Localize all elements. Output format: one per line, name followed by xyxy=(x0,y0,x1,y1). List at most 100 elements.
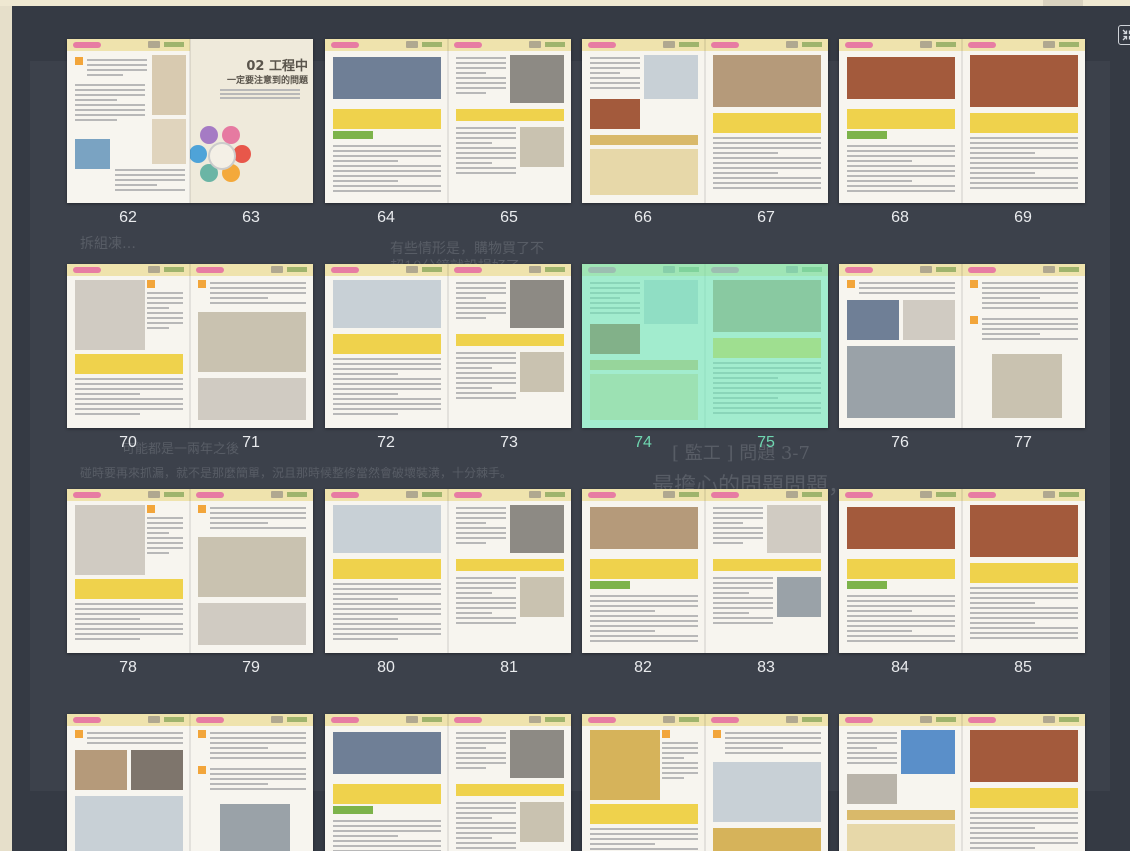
thumbnail-photo xyxy=(198,537,306,597)
thumbnail-text-line xyxy=(456,837,492,839)
page-number-label[interactable]: 70 xyxy=(98,434,158,452)
thumbnail-photo xyxy=(970,505,1078,557)
thumbnail-text-line xyxy=(75,633,183,635)
thumbnail-text-line xyxy=(333,408,441,410)
page-number-label[interactable]: 85 xyxy=(993,659,1053,677)
page-number-label[interactable]: 72 xyxy=(356,434,416,452)
thumbnail-left-page xyxy=(325,264,448,428)
thumbnail-chapter-number xyxy=(271,266,283,273)
thumbnail-text-line xyxy=(713,602,773,604)
thumbnail-text-line xyxy=(456,357,516,359)
thumbnail-text-line xyxy=(456,597,516,599)
thumbnail-chapter-subtitle: 一定要注意到的問題 xyxy=(226,76,308,86)
thumbnail-gutter xyxy=(961,489,963,653)
page-number-label[interactable]: 78 xyxy=(98,659,158,677)
thumbnail-right-page xyxy=(190,264,313,428)
thumbnail-book-logo xyxy=(711,492,739,498)
page-number-label[interactable]: 71 xyxy=(221,434,281,452)
page-number-label[interactable]: 74 xyxy=(613,434,673,452)
thumbnail-page-header xyxy=(962,714,1085,726)
page-spread-thumbnail[interactable] xyxy=(839,264,1085,428)
thumbnail-section-banner xyxy=(333,559,441,579)
page-spread-thumbnail[interactable] xyxy=(582,264,828,428)
page-spread-thumbnail[interactable] xyxy=(839,39,1085,203)
thumbnail-text-line xyxy=(456,57,506,59)
thumbnail-photo xyxy=(333,505,441,553)
page-spread-thumbnail[interactable] xyxy=(325,714,571,851)
page-spread-thumbnail[interactable] xyxy=(67,264,313,428)
thumbnail-book-logo xyxy=(196,267,224,273)
thumbnail-page-header xyxy=(325,39,448,51)
page-spread-thumbnail[interactable] xyxy=(582,39,828,203)
page-number-label[interactable]: 66 xyxy=(613,209,673,227)
thumbnail-text-line xyxy=(970,832,1078,834)
thumbnail-text-line xyxy=(210,292,306,294)
page-number-label[interactable]: 76 xyxy=(870,434,930,452)
thumbnail-text-line xyxy=(590,610,655,612)
thumbnail-page-header xyxy=(962,264,1085,276)
thumbnail-text-line xyxy=(982,292,1078,294)
thumbnail-text-line xyxy=(333,598,398,600)
thumbnail-section-tag xyxy=(333,806,373,814)
thumbnail-section-banner xyxy=(847,559,955,579)
thumbnail-page-header xyxy=(67,489,190,501)
thumbnail-section-tag xyxy=(333,131,373,139)
thumbnail-text-line xyxy=(590,635,698,637)
thumbnail-right-page xyxy=(705,39,828,203)
page-spread-thumbnail[interactable] xyxy=(582,714,828,851)
page-number-label[interactable]: 82 xyxy=(613,659,673,677)
thumbnail-bullet xyxy=(198,505,206,513)
thumbnail-chapter-number xyxy=(920,41,932,48)
thumbnail-book-logo xyxy=(968,42,996,48)
thumbnail-text-line xyxy=(847,145,955,147)
thumbnail-text-line xyxy=(87,742,183,744)
page-spread-thumbnail[interactable]: 02 工程中 一定要注意到的問題 xyxy=(67,39,313,203)
page-number-label[interactable]: 77 xyxy=(993,434,1053,452)
page-spread-thumbnail[interactable] xyxy=(582,489,828,653)
thumbnail-text-line xyxy=(210,732,306,734)
page-number-label[interactable]: 67 xyxy=(736,209,796,227)
page-spread-thumbnail[interactable] xyxy=(325,264,571,428)
page-spread-thumbnail[interactable] xyxy=(67,489,313,653)
thumbnail-text-line xyxy=(210,747,268,749)
thumbnail-page-header xyxy=(962,489,1085,501)
page-number-label[interactable]: 75 xyxy=(736,434,796,452)
page-number-label[interactable]: 68 xyxy=(870,209,930,227)
page-number-label[interactable]: 80 xyxy=(356,659,416,677)
thumbnail-text-line xyxy=(847,752,897,754)
thumbnail-text-line xyxy=(456,82,506,84)
page-number-label[interactable]: 81 xyxy=(479,659,539,677)
thumbnail-text-line xyxy=(333,583,441,585)
thumbnail-gutter xyxy=(704,39,706,203)
page-number-label[interactable]: 63 xyxy=(221,209,281,227)
page-number-label[interactable]: 79 xyxy=(221,659,281,677)
page-spread-thumbnail[interactable] xyxy=(67,714,313,851)
thumbnail-photo xyxy=(590,99,640,129)
collapse-icon[interactable] xyxy=(1118,25,1130,45)
thumbnail-bullet xyxy=(147,505,155,513)
thumbnail-text-line xyxy=(713,622,773,624)
page-number-label[interactable]: 73 xyxy=(479,434,539,452)
thumbnail-gutter xyxy=(961,714,963,851)
thumbnail-book-logo xyxy=(73,717,101,723)
thumbnail-text-line xyxy=(456,507,506,509)
thumbnail-text-line xyxy=(859,282,955,284)
page-number-label[interactable]: 84 xyxy=(870,659,930,677)
page-number-label[interactable]: 64 xyxy=(356,209,416,227)
page-spread-thumbnail[interactable] xyxy=(325,39,571,203)
thumbnail-photo xyxy=(713,762,821,822)
page-spread-thumbnail[interactable] xyxy=(839,489,1085,653)
page-spread-thumbnail[interactable] xyxy=(325,489,571,653)
thumbnail-photo xyxy=(198,312,306,372)
thumbnail-text-line xyxy=(456,87,506,89)
thumbnail-text-line xyxy=(982,282,1078,284)
thumbnail-page-header xyxy=(582,714,705,726)
page-number-label[interactable]: 62 xyxy=(98,209,158,227)
page-spread-thumbnail[interactable] xyxy=(839,714,1085,851)
thumbnail-text-line xyxy=(75,114,145,116)
page-number-label[interactable]: 69 xyxy=(993,209,1053,227)
page-number-label[interactable]: 83 xyxy=(736,659,796,677)
thumbnail-gutter xyxy=(447,264,449,428)
page-number-label[interactable]: 65 xyxy=(479,209,539,227)
thumbnail-text-line xyxy=(713,577,773,579)
